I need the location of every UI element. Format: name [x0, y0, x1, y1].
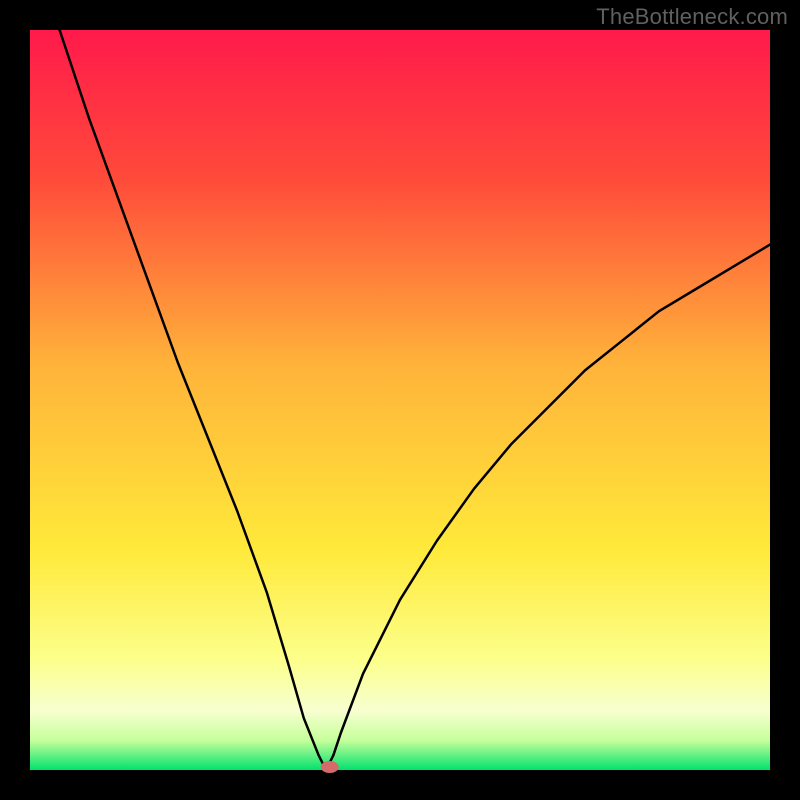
- watermark-text: TheBottleneck.com: [596, 4, 788, 30]
- bottleneck-chart: [0, 0, 800, 800]
- chart-stage: TheBottleneck.com: [0, 0, 800, 800]
- plot-background: [30, 30, 770, 770]
- optimal-point-marker: [321, 761, 339, 773]
